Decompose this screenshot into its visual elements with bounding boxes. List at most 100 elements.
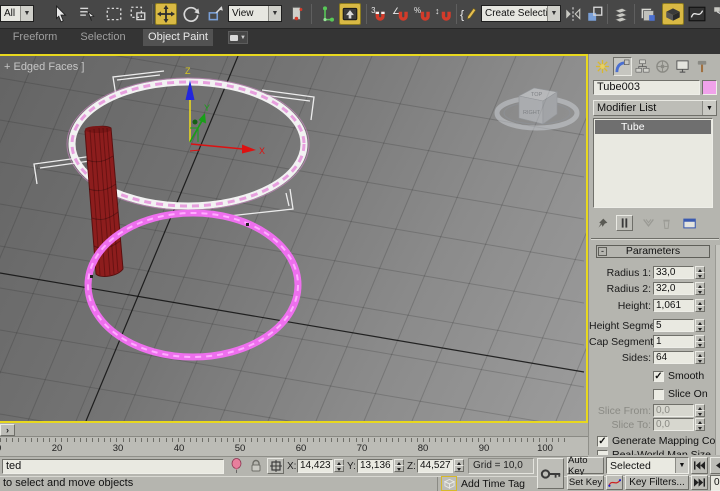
generate-mapping-checkbox[interactable]: ✓ (597, 436, 608, 447)
collapse-icon[interactable]: - (598, 247, 607, 256)
schematic-view-icon[interactable] (710, 3, 720, 25)
display-tab-icon[interactable] (673, 57, 692, 76)
mirror-icon[interactable] (563, 3, 583, 25)
time-slider-handle[interactable]: › (0, 424, 15, 436)
select-and-manipulate-icon[interactable] (314, 3, 336, 25)
selection-lock-icon[interactable] (249, 459, 263, 476)
select-by-name-icon[interactable] (76, 3, 98, 25)
radius2-spinner[interactable] (695, 282, 705, 295)
height-segments-field[interactable]: 5 (653, 319, 694, 332)
cap-segments-spinner[interactable] (695, 335, 705, 348)
ribbon-tab-selection[interactable]: Selection (74, 29, 132, 46)
trackbar-tick (294, 438, 295, 442)
snaps-toggle-3d-icon[interactable]: 3 (369, 3, 389, 25)
modifier-list-dropdown[interactable]: Modifier List ▼ (593, 100, 717, 116)
x-coord-label: X: (287, 461, 296, 472)
maxscript-mini-listener[interactable]: ted (2, 459, 224, 474)
named-selection-set-dropdown[interactable]: Create Selection Se ▼ (481, 5, 561, 22)
ribbon-tab-object-paint[interactable]: Object Paint (143, 29, 213, 46)
cap-segments-field[interactable]: 1 (653, 335, 694, 348)
object-color-swatch[interactable] (702, 80, 717, 95)
layer-explorer-icon[interactable] (610, 3, 632, 25)
ribbon-tab-freeform[interactable]: Freeform (6, 29, 64, 46)
percent-snap-toggle-icon[interactable]: % (413, 3, 433, 25)
edit-named-selection-sets-icon[interactable]: { (459, 3, 479, 25)
viewport-label[interactable]: + Edged Faces ] (4, 61, 84, 73)
utilities-tab-icon[interactable] (693, 57, 712, 76)
rectangular-selection-region-icon[interactable] (103, 3, 125, 25)
next-frame-end-button[interactable] (691, 475, 708, 490)
go-to-start-button[interactable] (691, 457, 708, 474)
modify-tab-icon[interactable] (613, 57, 632, 76)
tube-pink-object[interactable] (88, 213, 298, 357)
select-and-move-icon[interactable] (155, 3, 177, 25)
make-unique-icon[interactable] (641, 215, 656, 231)
key-selection-dropdown[interactable]: Selected ▼ (606, 457, 689, 474)
remove-modifier-icon[interactable] (659, 215, 674, 231)
radius1-field[interactable]: 33,0 (653, 266, 694, 279)
curve-editor-icon[interactable] (686, 3, 708, 25)
auto-key-button[interactable]: Auto Key (567, 457, 604, 474)
parameters-rollout-header[interactable]: - Parameters (596, 245, 710, 258)
sides-spinner[interactable] (695, 351, 705, 364)
default-tangent-icon[interactable] (606, 475, 623, 490)
key-filters-button[interactable]: Key Filters... (625, 475, 689, 490)
absolute-mode-transform-icon[interactable] (267, 458, 284, 474)
set-keys-button[interactable] (537, 458, 564, 489)
time-slider[interactable]: › (0, 423, 588, 437)
z-coord-field[interactable]: 44,527 (417, 459, 453, 473)
graphite-modeling-tools-toggle-icon[interactable] (662, 3, 684, 25)
reference-coordinate-dropdown[interactable]: View ▼ (228, 5, 282, 22)
radius2-field[interactable]: 32,0 (653, 282, 694, 295)
smooth-checkbox[interactable]: ✓ (653, 371, 664, 382)
hierarchy-tab-icon[interactable] (633, 57, 652, 76)
configure-modifier-sets-icon[interactable] (681, 215, 698, 231)
cylinder-object[interactable] (85, 126, 123, 276)
spinner-snap-toggle-icon[interactable]: ↕ (434, 3, 454, 25)
height-spinner[interactable] (695, 299, 705, 312)
y-coord-field[interactable]: 13,136 (357, 459, 393, 473)
slice-on-checkbox[interactable] (653, 389, 664, 400)
window-crossing-toggle-icon[interactable] (127, 3, 149, 25)
isolate-selection-icon[interactable] (230, 458, 243, 477)
select-and-rotate-icon[interactable] (180, 3, 202, 25)
height-segments-spinner[interactable] (695, 319, 705, 332)
ribbon-expand-button[interactable]: ▼ (228, 31, 248, 44)
radius1-spinner[interactable] (695, 266, 705, 279)
adaptive-degradation-icon[interactable] (441, 476, 457, 491)
slice-from-label: Slice From: (589, 404, 651, 418)
trackbar-tick (288, 438, 289, 442)
pin-stack-icon[interactable] (595, 215, 610, 231)
trackbar-tick (153, 438, 154, 442)
trackbar-tick (86, 438, 87, 442)
modifier-stack[interactable]: Tube (593, 118, 713, 208)
selection-filter-dropdown[interactable]: All ▼ (0, 5, 34, 22)
viewcube[interactable]: TOP RIGHT (497, 88, 577, 128)
modifier-stack-item-tube[interactable]: Tube (595, 120, 711, 134)
set-key-button[interactable]: Set Key (567, 475, 604, 490)
show-end-result-icon[interactable] (616, 215, 633, 231)
select-and-scale-icon[interactable] (204, 3, 226, 25)
panel-scrollbar[interactable] (715, 245, 720, 455)
create-tab-icon[interactable] (593, 57, 612, 76)
z-coord-spinner[interactable] (454, 459, 464, 472)
x-coord-field[interactable]: 14,423 (297, 459, 333, 473)
manage-layers-icon[interactable] (637, 3, 659, 25)
angle-snap-toggle-icon[interactable]: ∠ (391, 3, 411, 25)
track-bar[interactable]: 102030405060708090100 (0, 437, 588, 457)
sides-field[interactable]: 64 (653, 351, 694, 364)
y-coord-spinner[interactable] (394, 459, 404, 472)
current-frame-field[interactable]: 0 (710, 475, 720, 491)
select-object-icon[interactable] (50, 3, 72, 25)
perspective-viewport[interactable]: Z X Y TOP RIGHT + Edged Faces ] (0, 54, 588, 423)
height-field[interactable]: 1,061 (653, 299, 694, 312)
trackbar-tick (123, 438, 124, 442)
previous-frame-button[interactable] (710, 457, 720, 474)
use-pivot-point-center-icon[interactable] (286, 3, 308, 25)
keyboard-shortcut-override-icon[interactable] (339, 3, 361, 25)
x-coord-spinner[interactable] (334, 459, 344, 472)
align-icon[interactable] (585, 3, 605, 25)
add-time-tag[interactable]: Add Time Tag (461, 478, 531, 490)
motion-tab-icon[interactable] (653, 57, 672, 76)
object-name-field[interactable]: Tube003 (593, 80, 700, 95)
